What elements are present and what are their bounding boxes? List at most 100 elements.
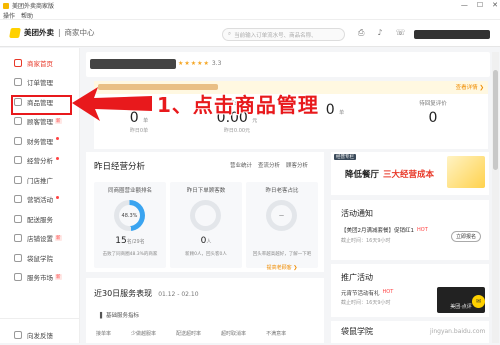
metric-unit: 元 (252, 118, 258, 124)
search-input[interactable]: ⌕ 当前输入订单流水号、商品名称、 (222, 28, 345, 41)
promotion-deadline: 截止时间：16天9小时 (341, 300, 391, 306)
promo-banner[interactable]: 经营专栏 降低餐厅 三大经营成本 (331, 152, 489, 195)
store-rating: ★★★★★ 3.3 (178, 60, 222, 67)
window-title: 美团外卖商家版 (12, 3, 55, 10)
ring-label (195, 205, 216, 226)
scrollbar-thumb[interactable] (493, 70, 498, 170)
sidebar-item[interactable]: 店铺设置新 (0, 229, 79, 249)
school-icon (14, 253, 22, 262)
service-col: 少做越服率 (131, 331, 157, 337)
tab-business-stats[interactable]: 营业统计 (230, 161, 252, 170)
bell-icon[interactable]: ♪ (377, 28, 382, 38)
sidebar-item-label: 店铺设置 (27, 235, 53, 244)
search-placeholder: 当前输入订单流水号、商品名称、 (234, 32, 317, 39)
maximize-button[interactable]: ☐ (477, 1, 483, 9)
box-value: 15名/29名 (94, 236, 166, 246)
tab-traffic[interactable]: 查流分析 (258, 161, 280, 170)
box-desc: 新顾0人，回头客0人 (185, 252, 227, 257)
service-subtitle: ▌ 基础服务指标 (100, 313, 139, 319)
promo-image (447, 156, 485, 188)
ring-chart: — (266, 200, 297, 231)
notification-dot (56, 195, 59, 199)
scrollbar[interactable] (492, 52, 499, 343)
yesterday-analysis: 昨日经营分析 营业统计 查流分析 顾客分析 同商圈营业额排名 48.3% 15名/2… (86, 152, 324, 272)
section-title: 昨日经营分析 (94, 162, 146, 172)
account-info-redacted[interactable] (414, 30, 490, 39)
sidebar-item-label: 袋鼠学院 (27, 254, 53, 263)
box-title: 昨日老客占比 (265, 188, 299, 194)
sidebar-item[interactable]: 服务市场新 (0, 268, 79, 288)
promotion-item[interactable]: 元宵节活动有礼 HOT (341, 289, 393, 297)
promotion-item-text: 元宵节活动有礼 (341, 291, 380, 297)
store-bar: ★★★★★ 3.3 (86, 52, 490, 77)
signup-button[interactable]: 立即报名 (450, 231, 481, 242)
feedback-button[interactable]: 向发反馈 (0, 325, 80, 345)
service-col: 接单率 (96, 331, 112, 337)
market-icon (14, 273, 22, 282)
box-unit: 名/29名 (126, 239, 145, 245)
box-unit: 人 (206, 239, 212, 245)
sidebar-item-label: 财务管理 (27, 137, 53, 146)
ring-label: 48.3% (119, 205, 140, 226)
settings-icon (14, 234, 22, 243)
sidebar-item-label: 营销活动 (27, 196, 53, 205)
service-title-text: 近30日服务表现 (94, 289, 153, 298)
promotion-title: 推广活动 (341, 273, 373, 282)
sidebar-item[interactable]: 配送服务 (0, 209, 79, 229)
promo-title-a: 降低餐厅 (345, 170, 380, 180)
feedback-icon (14, 330, 22, 339)
close-button[interactable]: ✕ (492, 1, 498, 9)
activity-item-text: 【美团2月满减套餐】促销红1 (341, 228, 414, 234)
sidebar-item-label: 顾客管理 (27, 118, 53, 127)
notification-dot (56, 156, 59, 160)
search-icon: ⌕ (228, 31, 232, 37)
sidebar-item[interactable]: 经营分析 (0, 151, 79, 171)
watermark: jingyan.baidu.com (430, 328, 486, 335)
tab-customer[interactable]: 顾客分析 (286, 161, 308, 170)
sidebar-item[interactable]: 门店推广 (0, 170, 79, 190)
sidebar-item[interactable]: 袋鼠学院 (0, 248, 79, 268)
sidebar-item[interactable]: 订单管理 (0, 73, 79, 93)
activity-item[interactable]: 【美团2月满减套餐】促销红1 HOT (341, 226, 428, 234)
activity-title: 活动通知 (341, 209, 373, 218)
menu-help[interactable]: 帮助 (21, 11, 33, 20)
sidebar-item[interactable]: 商家首页 (0, 53, 79, 73)
top-header: 美团外卖 | 商家中心 ⌕ 当前输入订单流水号、商品名称、 ⎙ ♪ ☏ (0, 20, 500, 47)
minimize-button[interactable]: — (461, 1, 468, 9)
order-icon (14, 78, 22, 87)
promo-title-b: 三大经营成本 (383, 170, 435, 180)
phone-icon[interactable]: ☏ (396, 28, 406, 38)
sidebar-item-label: 门店推广 (27, 176, 53, 185)
metric-unit: 单 (339, 110, 345, 116)
sidebar-item[interactable]: 营销活动 (0, 190, 79, 210)
ring-chart: 48.3% (114, 200, 145, 231)
menu-operate[interactable]: 操作 (3, 11, 15, 20)
sidebar-item-label: 订单管理 (27, 79, 53, 88)
detail-link[interactable]: 查看详情 ❯ (456, 83, 484, 91)
brand-name: 美团外卖 (24, 28, 54, 37)
box-value: 0人 (170, 236, 242, 246)
analysis-box: 同商圈营业额排名 48.3% 15名/29名 击败了同商圈48.3%的商家 (94, 182, 166, 268)
metric-card[interactable]: 待回复评价 0 (388, 99, 478, 127)
activity-deadline: 截止时间：16天9小时 (341, 238, 391, 244)
hot-badge: HOT (382, 289, 394, 295)
chat-icon[interactable]: ✉ (472, 295, 485, 308)
new-badge: 新 (55, 273, 62, 280)
app-logo-icon (3, 2, 9, 9)
box-link[interactable]: 提高老顾客 ❯ (246, 264, 318, 271)
brand[interactable]: 美团外卖 | 商家中心 (9, 27, 95, 38)
highlight-box (11, 95, 72, 115)
service-col: 配送超时率 (176, 331, 202, 337)
metric-value: 0 (388, 110, 478, 126)
service-col: 超时取消率 (221, 331, 247, 337)
sidebar-item[interactable]: 财务管理 (0, 131, 79, 151)
school-title: 袋鼠学院 (341, 327, 373, 336)
print-icon[interactable]: ⎙ (358, 28, 364, 38)
ring-chart (190, 200, 221, 231)
sidebar-item-label: 经营分析 (27, 157, 53, 166)
brand-divider: | (58, 28, 61, 37)
box-title: 同商圈营业额排名 (107, 188, 152, 194)
service-col: 不满意率 (266, 331, 287, 337)
service-title: 近30日服务表现 01.12 - 02.10 (94, 288, 199, 299)
sidebar: 商家首页 订单管理 商品管理 顾客管理新财务管理 经营分析 门店推广 营销活动 配送服务 店铺设… (0, 48, 80, 343)
